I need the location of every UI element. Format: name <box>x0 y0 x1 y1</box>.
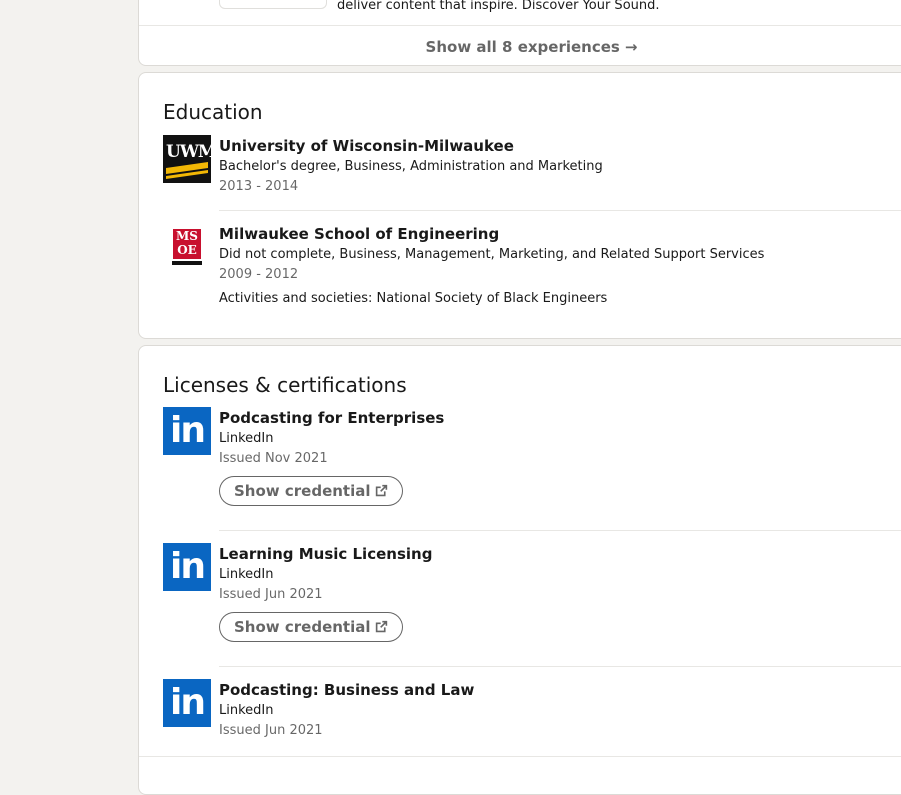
divider <box>219 210 901 211</box>
license-name[interactable]: Podcasting: Business and Law <box>219 679 474 701</box>
experience-media-thumbnail[interactable] <box>219 0 327 9</box>
experience-card: deliver content that inspire. Discover Y… <box>138 0 901 66</box>
msoe-logo-text: MS <box>176 229 198 243</box>
linkedin-logo-icon[interactable]: in <box>163 543 211 591</box>
education-title: Education <box>163 100 263 124</box>
license-name[interactable]: Podcasting for Enterprises <box>219 407 444 429</box>
license-issuer: LinkedIn <box>219 567 274 582</box>
show-credential-button[interactable]: Show credential <box>219 476 403 506</box>
license-name[interactable]: Learning Music Licensing <box>219 543 432 565</box>
license-details: Podcasting: Business and Law LinkedIn Is… <box>219 679 474 741</box>
divider <box>219 530 901 531</box>
experience-description: deliver content that inspire. Discover Y… <box>337 0 660 13</box>
msoe-logo-text: OE <box>177 243 197 257</box>
uwm-logo-text: UWM <box>166 142 217 162</box>
show-credential-label: Show credential <box>234 618 371 636</box>
license-issuer: LinkedIn <box>219 703 274 718</box>
divider <box>219 666 901 667</box>
license-issued-date: Issued Jun 2021 <box>219 723 323 738</box>
linkedin-logo-icon[interactable]: in <box>163 407 211 455</box>
msoe-logo-icon[interactable]: MS OE <box>163 223 211 271</box>
school-name[interactable]: Milwaukee School of Engineering <box>219 223 764 245</box>
school-name[interactable]: University of Wisconsin-Milwaukee <box>219 135 603 157</box>
external-link-icon <box>375 484 387 497</box>
license-issued-date: Issued Jun 2021 <box>219 587 323 602</box>
divider <box>139 756 901 757</box>
education-dates: 2013 - 2014 <box>219 179 299 194</box>
msoe-logo-mark: MS OE <box>173 229 201 259</box>
divider <box>139 25 901 26</box>
degree-text: Did not complete, Business, Management, … <box>219 247 765 262</box>
license-issued-date: Issued Nov 2021 <box>219 451 328 466</box>
linkedin-logo-icon[interactable]: in <box>163 679 211 727</box>
degree-text: Bachelor's degree, Business, Administrat… <box>219 159 603 174</box>
show-all-label-suffix: experiences <box>512 38 620 56</box>
msoe-logo-banner <box>172 261 202 265</box>
uwm-logo-icon[interactable]: UWM <box>163 135 217 183</box>
activities-text: Activities and societies: National Socie… <box>219 291 608 306</box>
licenses-title: Licenses & certifications <box>163 373 407 397</box>
education-details: University of Wisconsin-Milwaukee Bachel… <box>219 135 603 197</box>
license-details: Learning Music Licensing LinkedIn Issued… <box>219 543 432 642</box>
licenses-card: Licenses & certifications in Podcasting … <box>138 345 901 795</box>
show-all-count: 8 <box>502 38 513 56</box>
education-dates: 2009 - 2012 <box>219 267 299 282</box>
education-details: Milwaukee School of Engineering Did not … <box>219 223 764 309</box>
license-details: Podcasting for Enterprises LinkedIn Issu… <box>219 407 444 506</box>
show-all-experiences-link[interactable]: Show all 8 experiences → <box>139 38 901 56</box>
show-all-label: Show all <box>425 38 503 56</box>
external-link-icon <box>375 620 387 633</box>
show-credential-label: Show credential <box>234 482 371 500</box>
show-credential-button[interactable]: Show credential <box>219 612 403 642</box>
education-card: Education UWM University of Wisconsin-Mi… <box>138 72 901 339</box>
arrow-right-icon: → <box>624 38 638 56</box>
license-issuer: LinkedIn <box>219 431 274 446</box>
